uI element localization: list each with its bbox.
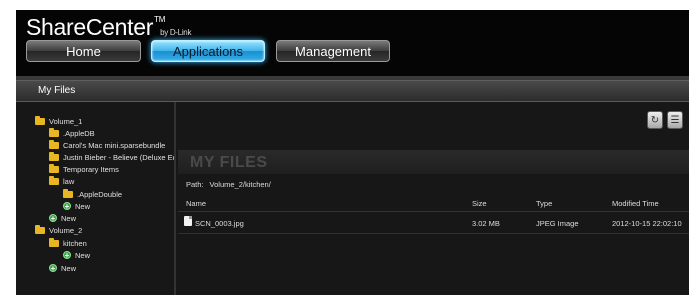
add-folder-icon: + (49, 214, 57, 223)
column-header-type[interactable]: Type (536, 199, 552, 208)
add-folder-icon: + (49, 264, 57, 273)
tree-item-label: .AppleDouble (77, 189, 123, 199)
path-display: Path: Volume_2/kitchen/ (186, 180, 271, 189)
folder-icon (49, 163, 59, 173)
folder-icon (49, 175, 59, 185)
tree-item-label: kitchen (63, 238, 87, 248)
properties-button[interactable]: ☰ (667, 111, 683, 129)
tree-item-label: New (75, 201, 91, 211)
folder-icon (49, 127, 59, 137)
sharecenter-app: ShareCenterTM by D-Link Home Applications… (16, 10, 689, 295)
tab-home[interactable]: Home (26, 40, 141, 62)
tree-item-new-volume-1[interactable]: + New (49, 212, 76, 224)
folder-icon (49, 151, 59, 161)
tree-item-label: .AppleDB (63, 128, 95, 138)
file-manager: Volume_1 .AppleDB Carol's Mac mini.spars… (16, 102, 689, 295)
folder-tree: Volume_1 .AppleDB Carol's Mac mini.spars… (16, 102, 176, 295)
section-title-strip: MY FILES (178, 150, 689, 174)
folder-icon (35, 224, 45, 234)
brand-trademark: TM (154, 15, 166, 24)
brand-logo: ShareCenterTM by D-Link (26, 14, 191, 41)
tree-item-new-kitchen[interactable]: + New (63, 249, 90, 261)
tree-item-appledb[interactable]: .AppleDB (49, 127, 95, 139)
app-header: ShareCenterTM by D-Link Home Applications… (16, 10, 689, 76)
path-label: Path: (186, 180, 204, 189)
tree-item-label: Justin Bieber - Believe (Deluxe Ed (63, 152, 176, 162)
tree-item-label: New (61, 263, 77, 273)
tree-item-mac-mini[interactable]: Carol's Mac mini.sparsebundle (49, 139, 165, 151)
refresh-icon: ↻ (650, 114, 660, 126)
file-size: 3.02 MB (472, 219, 500, 228)
tab-applications[interactable]: Applications (151, 40, 265, 62)
tree-item-kitchen[interactable]: kitchen (49, 237, 87, 249)
file-list-panel: ↻ ☰ MY FILES Path: Volume_2/kitchen/ Name… (178, 102, 689, 295)
brand-by: by D-Link (160, 28, 192, 37)
tree-item-label: Temporary Items (63, 164, 119, 174)
tab-management[interactable]: Management (276, 40, 390, 62)
folder-icon (49, 237, 59, 247)
image-file-icon (184, 216, 192, 226)
refresh-button[interactable]: ↻ (647, 111, 663, 129)
header-divider (178, 211, 689, 212)
tree-item-new-law[interactable]: + New (63, 200, 90, 212)
tree-item-label: Carol's Mac mini.sparsebundle (63, 140, 166, 150)
tree-item-label: New (61, 213, 77, 223)
properties-icon: ☰ (670, 114, 680, 126)
panel-header: My Files (16, 80, 689, 102)
row-divider (178, 233, 689, 234)
add-folder-icon: + (63, 202, 71, 211)
tree-item-volume-2[interactable]: Volume_2 (35, 224, 82, 236)
tree-item-label: Volume_2 (49, 225, 83, 235)
tree-item-label: New (75, 250, 91, 260)
tree-item-appledouble[interactable]: .AppleDouble (63, 188, 122, 200)
file-modified: 2012-10-15 22:02:10 (612, 219, 682, 228)
add-folder-icon: + (63, 251, 71, 260)
tree-item-label: Volume_1 (49, 116, 83, 126)
section-title: MY FILES (190, 154, 268, 171)
column-header-modified[interactable]: Modified Time (612, 199, 659, 208)
panel-title: My Files (38, 85, 76, 96)
brand-name: ShareCenter (26, 14, 154, 40)
file-name: SCN_0003.jpg (195, 219, 244, 228)
tree-item-law[interactable]: law (49, 175, 74, 187)
file-type: JPEG Image (536, 219, 579, 228)
tree-item-temporary-items[interactable]: Temporary Items (49, 163, 119, 175)
folder-icon (35, 115, 45, 125)
column-header-size[interactable]: Size (472, 199, 487, 208)
folder-icon (63, 188, 73, 198)
folder-icon (49, 139, 59, 149)
path-value: Volume_2/kitchen/ (209, 180, 271, 189)
column-header-name[interactable]: Name (186, 199, 206, 208)
tree-item-volume-1[interactable]: Volume_1 (35, 115, 82, 127)
tree-item-label: law (63, 176, 75, 186)
tree-item-new-volume-2[interactable]: + New (49, 262, 76, 274)
tree-item-justin-bieber[interactable]: Justin Bieber - Believe (Deluxe Ed (49, 151, 176, 163)
